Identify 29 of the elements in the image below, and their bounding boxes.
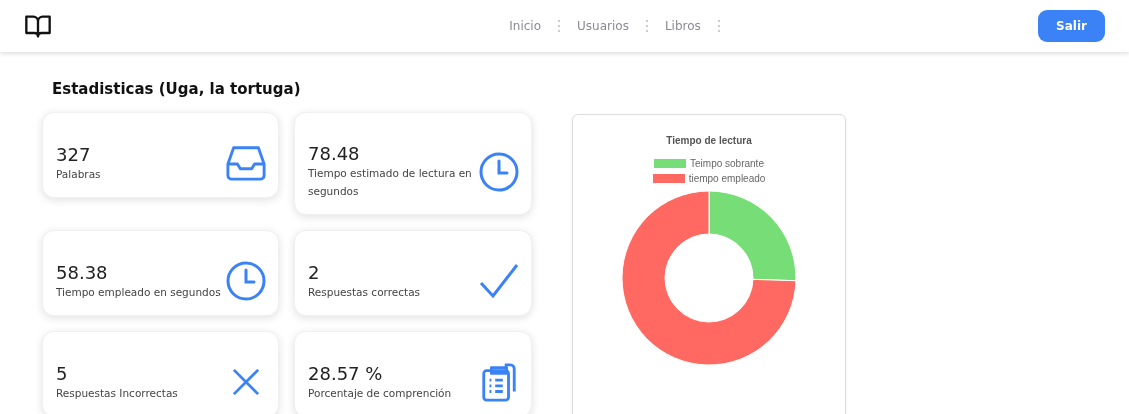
more-icon[interactable] [644,19,649,33]
legend-label: tiempo empleado [688,173,766,184]
page-title: Estadisticas (Uga, la tortuga) [52,80,302,98]
chart-title: Tiempo de lectura [666,135,752,146]
stat-value: 78.48 [308,143,361,164]
stat-value: 2 [308,261,321,283]
clock-icon [226,261,266,301]
close-icon [232,368,260,396]
more-icon[interactable] [716,19,721,33]
nav-link[interactable]: Inicio [509,19,542,33]
stat-label: Palabras [56,166,101,182]
stat-value: 58.38 [56,261,109,283]
check-icon [479,261,519,301]
logout-button[interactable]: Salir [1038,10,1105,42]
inbox-icon [226,143,266,183]
clipboard-icon [479,362,519,402]
legend-label: Teimpo sobrante [690,158,764,169]
stat-value: 327 [56,143,92,165]
nav-link[interactable]: Usuarios [577,19,629,33]
more-icon[interactable] [557,19,562,33]
clock-icon [479,151,519,192]
stat-label: Tiempo estimado de lectura en segundos [308,166,473,199]
stat-value: 5 [56,362,69,384]
stat-value: 28.57 % [308,362,384,384]
stat-label: Tiempo empleado en segundos [56,284,221,300]
stat-label: Porcentaje de comprención [308,385,452,401]
stat-label: Respuestas Incorrectas [56,385,178,401]
stat-label: Respuestas correctas [308,284,421,300]
nav-link[interactable]: Libros [664,19,701,33]
